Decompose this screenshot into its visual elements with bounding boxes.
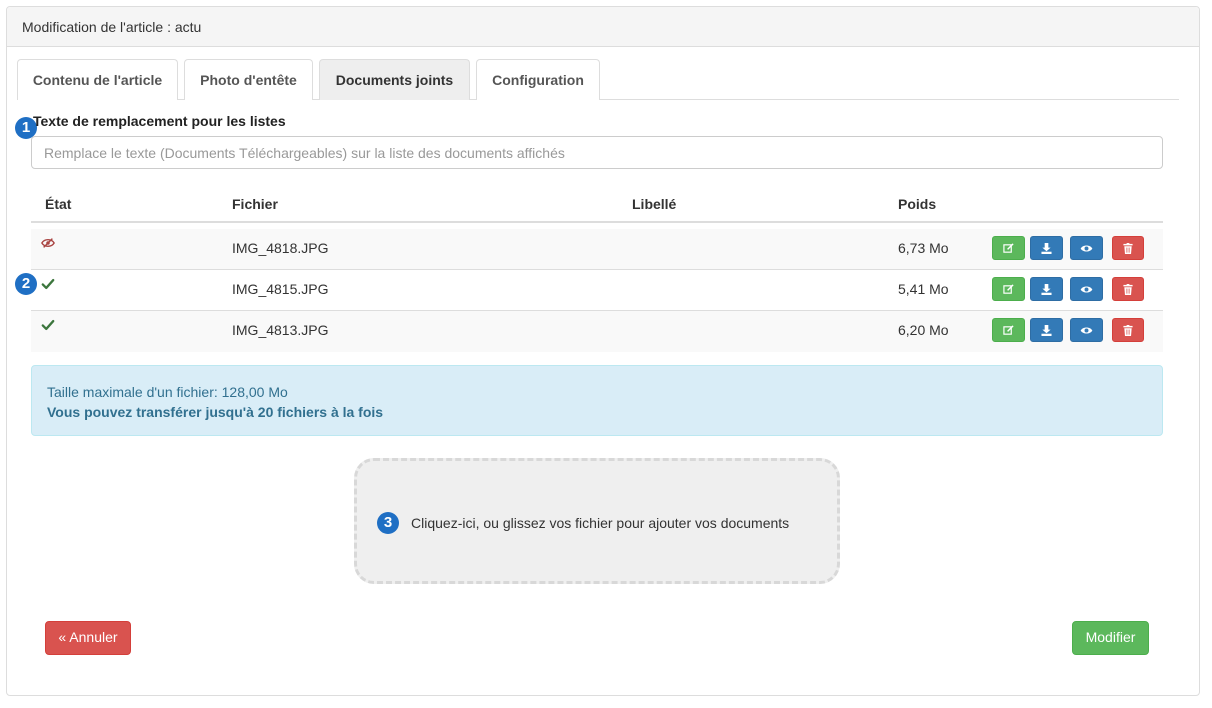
tab-article-content[interactable]: Contenu de l'article	[17, 59, 178, 100]
column-header-label: Libellé	[632, 196, 677, 212]
file-size: 6,20 Mo	[898, 322, 949, 338]
table-row: IMG_4813.JPG 6,20 Mo	[31, 311, 1163, 352]
edit-icon	[1003, 283, 1014, 294]
edit-icon	[1003, 242, 1014, 253]
download-button[interactable]	[1030, 236, 1063, 260]
table-row: IMG_4818.JPG 6,73 Mo	[31, 229, 1163, 270]
edit-icon	[1003, 324, 1014, 335]
file-name: IMG_4813.JPG	[232, 322, 329, 338]
preview-button[interactable]	[1070, 277, 1103, 301]
file-size: 5,41 Mo	[898, 281, 949, 297]
tab-configuration[interactable]: Configuration	[476, 59, 600, 100]
upload-info-alert: Taille maximale d'un fichier: 128,00 Mo …	[31, 365, 1163, 436]
replacement-text-input[interactable]	[31, 136, 1163, 169]
column-header-size: Poids	[898, 196, 937, 212]
tab-header-photo[interactable]: Photo d'entête	[184, 59, 313, 100]
preview-button[interactable]	[1070, 318, 1103, 342]
eye-slash-icon	[41, 238, 55, 248]
delete-button[interactable]	[1112, 277, 1144, 301]
eye-icon	[1080, 285, 1093, 293]
edit-button[interactable]	[992, 318, 1025, 342]
check-icon	[41, 319, 55, 331]
download-icon	[1041, 283, 1052, 295]
file-name: IMG_4815.JPG	[232, 281, 329, 297]
submit-button[interactable]: Modifier	[1072, 621, 1149, 655]
trash-icon	[1123, 283, 1133, 295]
download-button[interactable]	[1030, 318, 1063, 342]
column-header-state: État	[45, 196, 72, 212]
download-button[interactable]	[1030, 277, 1063, 301]
eye-icon	[1080, 244, 1093, 252]
panel-title: Modification de l'article : actu	[7, 7, 1199, 47]
dropzone-text: Cliquez-ici, ou glissez vos fichier pour…	[411, 515, 790, 531]
file-size: 6,73 Mo	[898, 240, 949, 256]
max-files-text: Vous pouvez transférer jusqu'à 20 fichie…	[47, 404, 384, 420]
cancel-button[interactable]: « Annuler	[45, 621, 131, 655]
file-name: IMG_4818.JPG	[232, 240, 329, 256]
download-icon	[1041, 242, 1052, 254]
preview-button[interactable]	[1070, 236, 1103, 260]
download-icon	[1041, 324, 1052, 336]
column-header-file: Fichier	[232, 196, 278, 212]
trash-icon	[1123, 242, 1133, 254]
check-icon	[41, 278, 55, 290]
replacement-text-label: Texte de remplacement pour les listes	[33, 113, 286, 129]
delete-button[interactable]	[1112, 236, 1144, 260]
delete-button[interactable]	[1112, 318, 1144, 342]
tab-attached-documents[interactable]: Documents joints	[319, 59, 470, 100]
edit-button[interactable]	[992, 277, 1025, 301]
table-row: IMG_4815.JPG 5,41 Mo	[31, 270, 1163, 311]
trash-icon	[1123, 324, 1133, 336]
edit-button[interactable]	[992, 236, 1025, 260]
table-header-divider	[31, 221, 1163, 223]
file-dropzone[interactable]: 3 Cliquez-ici, ou glissez vos fichier po…	[354, 458, 840, 584]
eye-icon	[1080, 326, 1093, 334]
tab-bar: Contenu de l'article Photo d'entête Docu…	[17, 59, 1179, 100]
marker-3: 3	[377, 512, 399, 534]
max-file-size-text: Taille maximale d'un fichier: 128,00 Mo	[47, 384, 288, 400]
